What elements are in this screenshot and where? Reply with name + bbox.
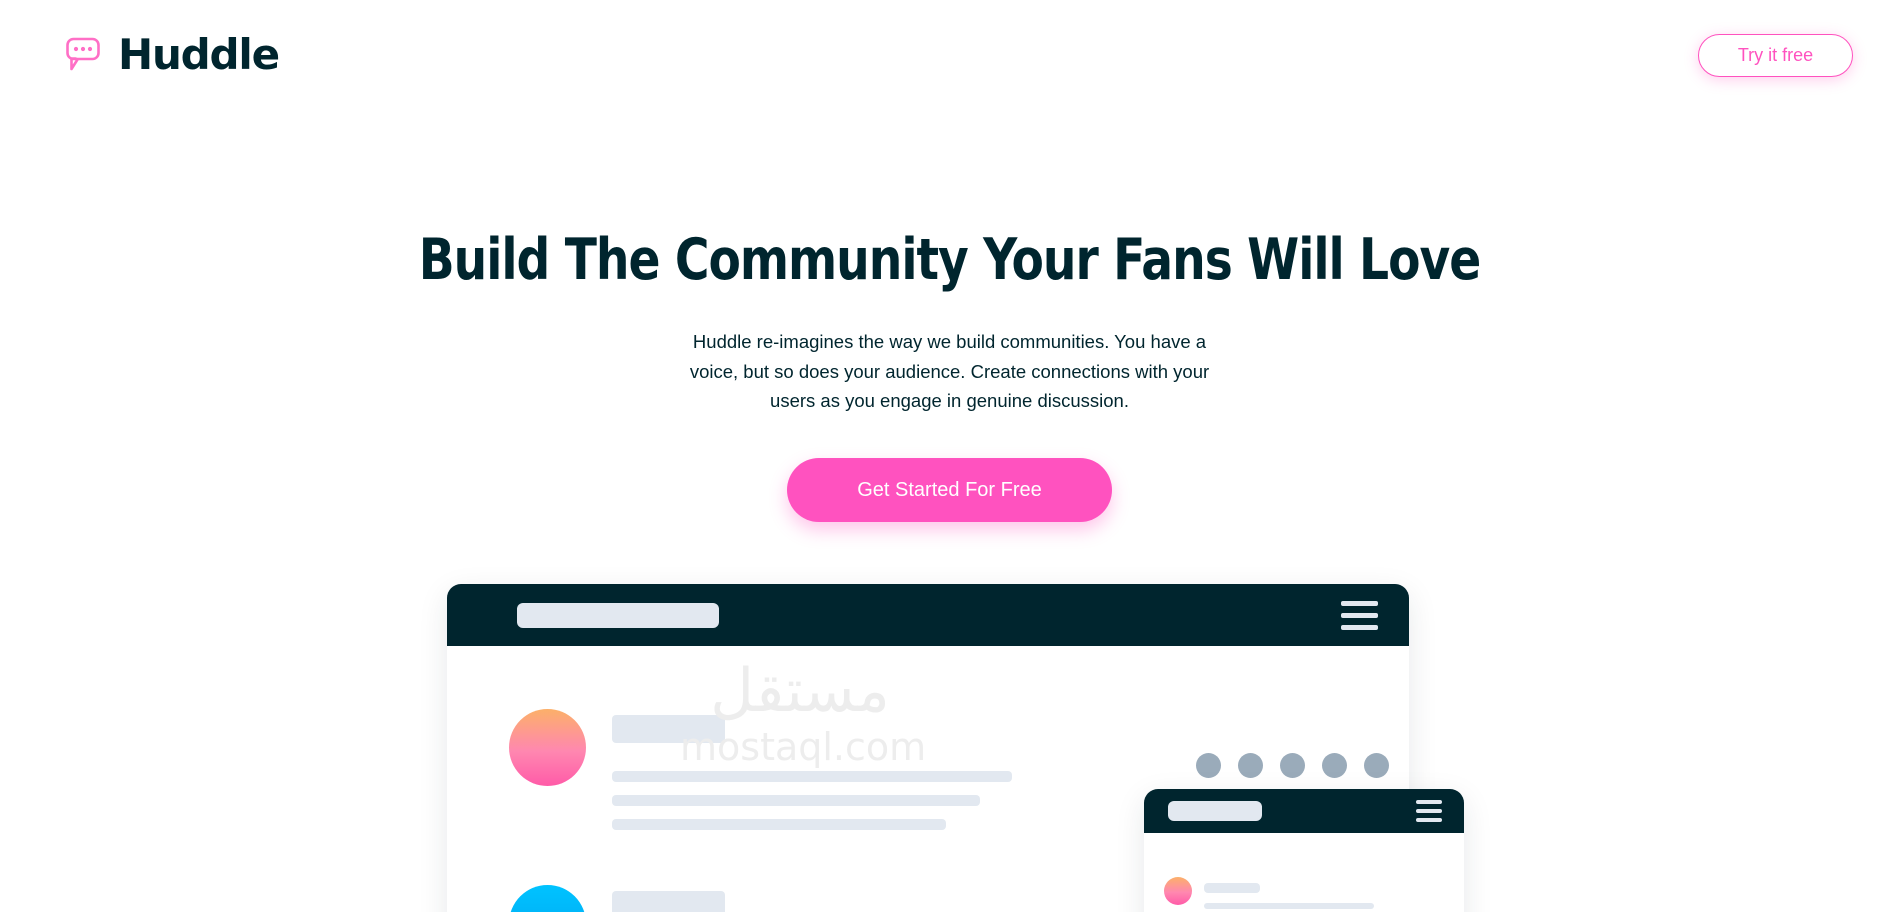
placeholder-line xyxy=(1204,903,1374,909)
placeholder-line xyxy=(612,819,946,830)
placeholder-line xyxy=(612,771,1012,782)
hero-section: Build The Community Your Fans Will Love … xyxy=(0,110,1899,523)
reaction-dot xyxy=(1238,753,1263,778)
reaction-dots-row xyxy=(1196,753,1389,778)
placeholder-title-bar xyxy=(612,891,725,912)
site-header: Huddle Try it free xyxy=(0,0,1899,110)
mockup-small-card xyxy=(1144,789,1464,912)
brand-logo[interactable]: Huddle xyxy=(60,28,280,82)
get-started-button[interactable]: Get Started For Free xyxy=(787,458,1112,523)
speech-bubble-icon xyxy=(66,37,100,71)
placeholder-line xyxy=(612,795,980,806)
mockup-search-placeholder xyxy=(517,602,719,628)
mockup-small-topbar xyxy=(1144,789,1464,833)
avatar xyxy=(509,709,586,786)
reaction-dot xyxy=(1322,753,1347,778)
avatar xyxy=(1164,877,1192,905)
placeholder-title-bar xyxy=(1204,883,1260,893)
brand-name: Huddle xyxy=(118,30,280,79)
reaction-dot xyxy=(1196,753,1221,778)
hero-paragraph: Huddle re-imagines the way we build comm… xyxy=(689,330,1210,412)
page-title: Build The Community Your Fans Will Love xyxy=(418,227,1482,293)
hamburger-menu-icon[interactable] xyxy=(1341,597,1378,633)
placeholder-title-bar xyxy=(612,715,725,743)
reaction-dot xyxy=(1364,753,1389,778)
placeholder-lines xyxy=(1204,877,1464,909)
mockup-main-topbar xyxy=(447,584,1409,646)
reaction-dot xyxy=(1280,753,1305,778)
list-item xyxy=(1144,877,1464,909)
avatar xyxy=(509,885,586,912)
mockup-small-body xyxy=(1144,833,1464,909)
cta-container: Get Started For Free xyxy=(0,458,1899,523)
mockup-search-placeholder xyxy=(1168,801,1262,821)
hamburger-menu-icon[interactable] xyxy=(1416,798,1442,825)
try-it-free-button[interactable]: Try it free xyxy=(1698,33,1853,77)
page-root: Huddle Try it free Build The Community Y… xyxy=(0,0,1899,912)
